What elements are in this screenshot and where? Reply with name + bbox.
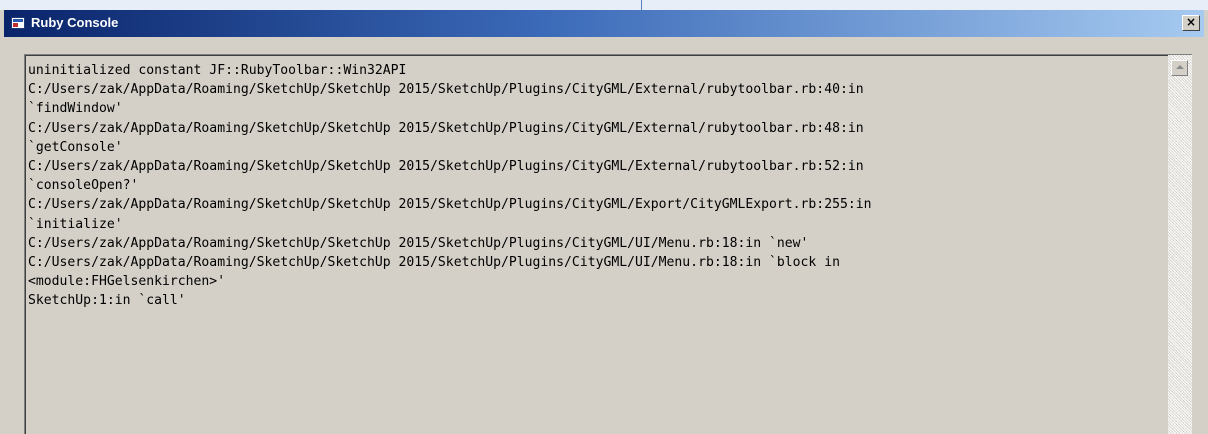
scroll-up-button[interactable] <box>1171 60 1188 76</box>
console-line: <module:FHGelsenkirchen>' <box>28 274 226 290</box>
console-line: C:/Users/zak/AppData/Roaming/SketchUp/Sk… <box>28 120 864 136</box>
console-line: C:/Users/zak/AppData/Roaming/SketchUp/Sk… <box>28 159 864 175</box>
console-line: C:/Users/zak/AppData/Roaming/SketchUp/Sk… <box>28 197 872 213</box>
console-text: uninitialized constant JF::RubyToolbar::… <box>28 61 1166 311</box>
close-icon: × <box>1185 15 1197 29</box>
console-line: C:/Users/zak/AppData/Roaming/SketchUp/Sk… <box>28 82 864 98</box>
console-line: `getConsole' <box>28 139 123 155</box>
window-title: Ruby Console <box>31 15 119 30</box>
background-tick <box>641 0 642 10</box>
console-output[interactable]: uninitialized constant JF::RubyToolbar::… <box>24 54 1192 434</box>
background-strip <box>0 0 1208 10</box>
close-button[interactable]: × <box>1182 15 1200 31</box>
console-line: C:/Users/zak/AppData/Roaming/SketchUp/Sk… <box>28 235 809 251</box>
title-bar[interactable]: Ruby Console × <box>4 10 1204 37</box>
console-line: `findWindow' <box>28 101 123 117</box>
console-line: uninitialized constant JF::RubyToolbar::… <box>28 63 407 78</box>
vertical-scrollbar[interactable] <box>1168 55 1192 434</box>
arrow-up-icon <box>1176 65 1184 69</box>
console-line: SketchUp:1:in `call' <box>28 293 186 309</box>
ruby-console-window: Ruby Console × uninitialized constant JF… <box>0 0 1208 434</box>
console-line: C:/Users/zak/AppData/Roaming/SketchUp/Sk… <box>28 255 840 271</box>
console-line: `initialize' <box>28 216 123 232</box>
ruby-console-icon <box>11 17 25 29</box>
console-line: `consoleOpen?' <box>28 178 139 194</box>
